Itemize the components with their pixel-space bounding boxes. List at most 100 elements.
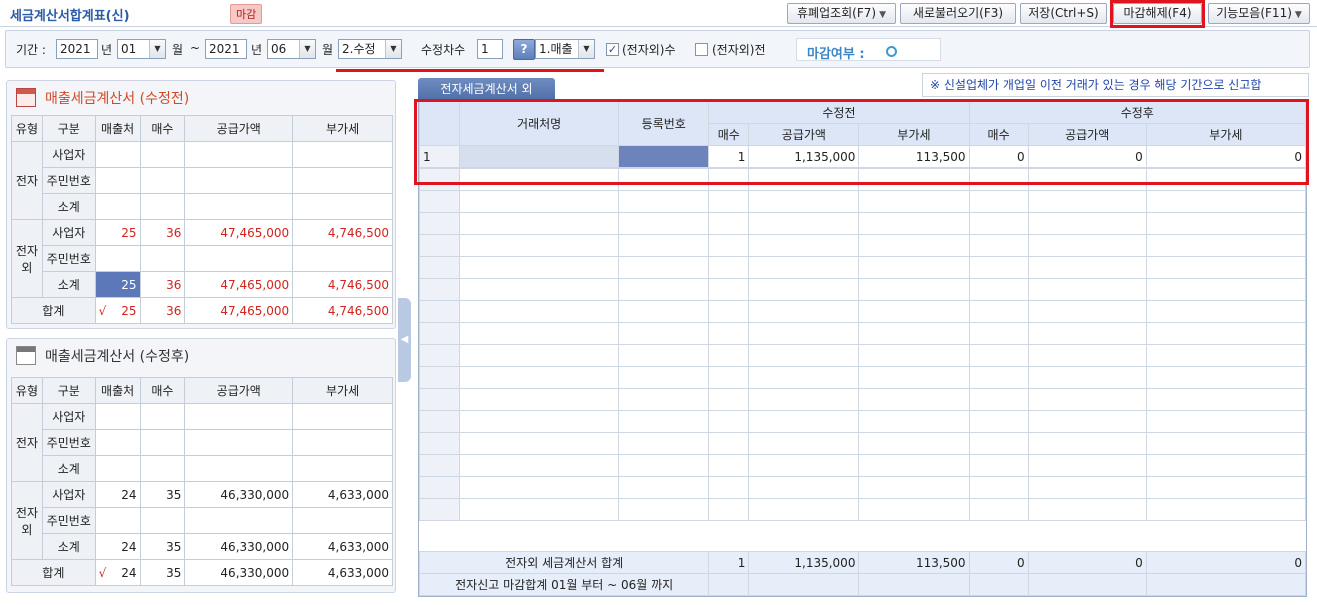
cell[interactable]: [139, 167, 186, 194]
cell[interactable]: [184, 403, 294, 430]
cell[interactable]: [94, 193, 141, 220]
cell[interactable]: 24: [94, 481, 141, 508]
cell[interactable]: [858, 388, 970, 411]
cell[interactable]: [708, 322, 750, 345]
cell[interactable]: [1027, 256, 1147, 279]
cell[interactable]: [708, 212, 750, 235]
selected-cell[interactable]: 25: [94, 271, 141, 298]
table-row[interactable]: [418, 344, 1307, 367]
cell[interactable]: 4,746,500: [292, 219, 393, 246]
cell[interactable]: [459, 300, 620, 323]
from-month-select[interactable]: 01 ▼: [117, 39, 166, 59]
cell[interactable]: [968, 234, 1029, 257]
cell[interactable]: [292, 141, 393, 168]
cell[interactable]: [1027, 498, 1147, 521]
cell[interactable]: 47,465,000: [184, 219, 294, 246]
cell[interactable]: [968, 454, 1029, 477]
cell[interactable]: [459, 432, 620, 455]
cell[interactable]: [94, 167, 141, 194]
help-button[interactable]: ?: [513, 39, 535, 60]
cell[interactable]: [184, 167, 294, 194]
table-row[interactable]: [418, 432, 1307, 455]
cell[interactable]: 47,465,000: [184, 297, 294, 324]
cell[interactable]: 36: [139, 271, 186, 298]
cell[interactable]: [858, 344, 970, 367]
cell[interactable]: [858, 212, 970, 235]
cell[interactable]: [1145, 498, 1307, 521]
cell[interactable]: [968, 322, 1029, 345]
table-row[interactable]: [418, 322, 1307, 345]
cell[interactable]: [748, 498, 860, 521]
to-year-input[interactable]: 2021: [205, 39, 247, 59]
cell[interactable]: [748, 234, 860, 257]
cell[interactable]: [708, 256, 750, 279]
cell[interactable]: [968, 498, 1029, 521]
cell[interactable]: [748, 432, 860, 455]
cell[interactable]: [1027, 410, 1147, 433]
cell[interactable]: [858, 256, 970, 279]
cell[interactable]: [968, 300, 1029, 323]
cell[interactable]: [1145, 300, 1307, 323]
cell[interactable]: [94, 455, 141, 482]
cell[interactable]: 4,746,500: [292, 271, 393, 298]
table-row[interactable]: [418, 190, 1307, 213]
cell[interactable]: [708, 234, 750, 257]
cell[interactable]: [139, 245, 186, 272]
cell[interactable]: 35: [139, 481, 186, 508]
cell[interactable]: [292, 245, 393, 272]
cell[interactable]: [618, 476, 710, 499]
save-button[interactable]: 저장(Ctrl+S): [1020, 3, 1107, 24]
table-row[interactable]: [418, 256, 1307, 279]
cell[interactable]: [1145, 388, 1307, 411]
cell[interactable]: 24: [94, 533, 141, 560]
cell[interactable]: [459, 410, 620, 433]
cell[interactable]: [184, 193, 294, 220]
table-row[interactable]: [418, 410, 1307, 433]
sale-type-select[interactable]: 1.매출 ▼: [535, 39, 595, 59]
cell[interactable]: [858, 322, 970, 345]
cell[interactable]: [1145, 212, 1307, 235]
cell[interactable]: [1145, 454, 1307, 477]
cell[interactable]: [459, 278, 620, 301]
cell[interactable]: [858, 366, 970, 389]
cell[interactable]: [459, 234, 620, 257]
cell[interactable]: [618, 410, 710, 433]
cell[interactable]: [748, 212, 860, 235]
cell[interactable]: [1145, 322, 1307, 345]
cell[interactable]: 46,330,000: [184, 533, 294, 560]
cell[interactable]: [292, 455, 393, 482]
cell[interactable]: [184, 141, 294, 168]
cell[interactable]: [708, 300, 750, 323]
cell[interactable]: [1027, 366, 1147, 389]
cell[interactable]: 35: [139, 533, 186, 560]
cell[interactable]: [618, 212, 710, 235]
table-row[interactable]: [418, 366, 1307, 389]
cell[interactable]: 46,330,000: [184, 559, 294, 586]
cell[interactable]: [292, 193, 393, 220]
cell[interactable]: [708, 278, 750, 301]
cell[interactable]: [748, 300, 860, 323]
cell[interactable]: [459, 388, 620, 411]
cell[interactable]: [459, 322, 620, 345]
cell[interactable]: [968, 212, 1029, 235]
cell[interactable]: [618, 498, 710, 521]
table-row[interactable]: [418, 234, 1307, 257]
cell[interactable]: [1027, 234, 1147, 257]
non-electronic-after-checkbox[interactable]: ✓: [606, 43, 619, 56]
cell[interactable]: [748, 278, 860, 301]
cell[interactable]: [459, 212, 620, 235]
functions-menu-button[interactable]: 기능모음(F11) ▼: [1208, 3, 1310, 24]
cell[interactable]: [968, 190, 1029, 213]
cell[interactable]: [858, 234, 970, 257]
cell[interactable]: [1027, 300, 1147, 323]
cell[interactable]: [1145, 366, 1307, 389]
cell[interactable]: [858, 454, 970, 477]
cell[interactable]: [1145, 256, 1307, 279]
cell[interactable]: [459, 498, 620, 521]
cell[interactable]: [708, 476, 750, 499]
cell[interactable]: [708, 454, 750, 477]
cell[interactable]: [748, 454, 860, 477]
non-electronic-before-checkbox[interactable]: [695, 43, 708, 56]
cell[interactable]: 25: [94, 219, 141, 246]
cell[interactable]: [708, 432, 750, 455]
